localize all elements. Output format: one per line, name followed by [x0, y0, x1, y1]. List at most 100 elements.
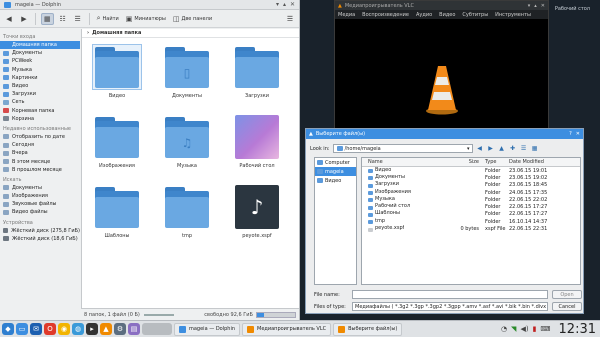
- find-button[interactable]: ⌕ Найти: [95, 13, 121, 25]
- dialog-sidebar-item[interactable]: Computer: [315, 158, 356, 167]
- detail-view-button[interactable]: ▦: [531, 145, 539, 153]
- taskbar-task[interactable]: Выберите файл(ы): [333, 322, 403, 336]
- forward-button[interactable]: ▶: [18, 13, 30, 25]
- search-item[interactable]: Видео файлы: [0, 208, 80, 216]
- recent-item[interactable]: Отобразить по дате: [0, 133, 80, 141]
- battery-icon[interactable]: ▮: [533, 325, 537, 333]
- column-header[interactable]: Date Modified: [506, 159, 566, 165]
- device-item[interactable]: Жёсткий диск (18,6 ГиБ): [0, 235, 80, 243]
- back-button[interactable]: ◀: [476, 145, 484, 153]
- recent-item[interactable]: Сегодня: [0, 141, 80, 149]
- new-folder-button[interactable]: ✚: [509, 145, 517, 153]
- mageia-menu-icon[interactable]: ◆: [2, 323, 14, 335]
- place-item[interactable]: Сеть: [0, 98, 80, 106]
- volume-icon[interactable]: ◀): [520, 325, 528, 333]
- close-icon[interactable]: ✕: [541, 3, 545, 9]
- place-item[interactable]: Документы: [0, 49, 80, 57]
- search-item[interactable]: Звуковые файлы: [0, 200, 80, 208]
- vlc-menu-item[interactable]: Субтитры: [462, 12, 488, 18]
- column-header[interactable]: Type: [482, 159, 506, 165]
- place-item[interactable]: Видео: [0, 82, 80, 90]
- cancel-button[interactable]: Cancel: [552, 302, 582, 311]
- dialog-sidebar-item[interactable]: mageia: [315, 167, 356, 176]
- chrome-icon[interactable]: ◉: [58, 323, 70, 335]
- file-item[interactable]: tmp: [158, 183, 216, 247]
- minimize-icon[interactable]: ▾: [276, 1, 279, 8]
- up-button[interactable]: ▲: [498, 145, 506, 153]
- file-item[interactable]: Видео: [88, 43, 146, 107]
- file-item[interactable]: ♫ Музыка: [158, 113, 216, 177]
- desktop-pager[interactable]: [142, 323, 172, 335]
- file-item[interactable]: Рабочий стол: [228, 113, 286, 177]
- vlc-menu-item[interactable]: Инструменты: [495, 12, 531, 18]
- place-item[interactable]: Картинки: [0, 74, 80, 82]
- column-header[interactable]: Size: [456, 159, 482, 165]
- file-item[interactable]: Изображения: [88, 113, 146, 177]
- search-item[interactable]: Документы: [0, 184, 80, 192]
- breadcrumb[interactable]: › Домашняя папка: [82, 29, 299, 38]
- vlc-menu-item[interactable]: Видео: [439, 12, 455, 18]
- file-type-select[interactable]: Медиафайлы ( *.3g2 *.3gp *.3gp2 *.3gpp *…: [352, 302, 548, 311]
- file-view[interactable]: › Домашняя папка Видео ▯ Документы Загрузки…: [81, 29, 299, 308]
- help-icon[interactable]: ?: [569, 131, 572, 137]
- dialog-sidebar-label: mageia: [325, 168, 344, 175]
- terminal-icon[interactable]: ▸: [86, 323, 98, 335]
- maximize-icon[interactable]: ▴: [534, 3, 537, 9]
- preview-button[interactable]: ▣ Миниатюры: [124, 13, 168, 25]
- recent-item[interactable]: В этом месяце: [0, 157, 80, 165]
- vlc-menu-item[interactable]: Аудио: [416, 12, 432, 18]
- vlc-titlebar[interactable]: ▲ Медиапроигрыватель VLC ▾ ▴ ✕: [335, 1, 548, 10]
- forward-button[interactable]: ▶: [487, 145, 495, 153]
- keyboard-icon[interactable]: ⌨: [540, 325, 550, 333]
- vlc-menu-item[interactable]: Воспроизведение: [362, 12, 409, 18]
- file-name-input[interactable]: [352, 290, 548, 299]
- view-details-button[interactable]: ☰: [72, 13, 84, 25]
- network-icon[interactable]: ◥: [511, 325, 516, 333]
- view-icons-button[interactable]: ▦: [41, 12, 54, 25]
- clock[interactable]: 12:31: [559, 322, 596, 337]
- place-item[interactable]: Загрузки: [0, 90, 80, 98]
- place-item[interactable]: Музыка: [0, 66, 80, 74]
- look-in-combo[interactable]: /home/mageia ▾: [332, 144, 473, 153]
- taskbar-task[interactable]: mageia — Dolphin: [174, 322, 241, 336]
- place-item[interactable]: Корзина: [0, 115, 80, 123]
- place-item[interactable]: Домашняя папка: [0, 41, 80, 50]
- search-item[interactable]: Изображения: [0, 192, 80, 200]
- breadcrumb-home[interactable]: Домашняя папка: [92, 30, 141, 36]
- file-item[interactable]: Шаблоны: [88, 183, 146, 247]
- control-button[interactable]: ☰: [284, 13, 296, 25]
- show-desktop-icon[interactable]: ▭: [16, 323, 28, 335]
- file-item[interactable]: ▯ Документы: [158, 43, 216, 107]
- split-button[interactable]: ◫ Две панели: [171, 13, 214, 25]
- browser-icon[interactable]: ◍: [72, 323, 84, 335]
- list-view-button[interactable]: ☰: [520, 145, 528, 153]
- zoom-slider[interactable]: [143, 313, 174, 316]
- pager-icon[interactable]: ▤: [128, 323, 140, 335]
- open-button[interactable]: Open: [552, 290, 582, 299]
- file-item[interactable]: Загрузки: [228, 43, 286, 107]
- close-icon[interactable]: ✕: [290, 1, 295, 8]
- vlc-launcher-icon[interactable]: ▲: [100, 323, 112, 335]
- place-item[interactable]: Корневая папка: [0, 107, 80, 115]
- device-item[interactable]: Жёсткий диск (275,8 ГиБ): [0, 227, 80, 235]
- maximize-icon[interactable]: ▴: [283, 1, 286, 8]
- view-compact-button[interactable]: ☷: [57, 13, 69, 25]
- column-header[interactable]: Name: [362, 159, 456, 165]
- dialog-sidebar-item[interactable]: Видео: [315, 176, 356, 185]
- minimize-icon[interactable]: ▾: [528, 3, 531, 9]
- mail-icon[interactable]: ✉: [30, 323, 42, 335]
- dialog-titlebar[interactable]: ▲ Выберите файл(ы) ? ✕: [306, 129, 583, 139]
- place-item[interactable]: PCWeek: [0, 57, 80, 65]
- file-item[interactable]: ♪ peyote.xspf: [228, 183, 286, 247]
- recent-item[interactable]: Вчера: [0, 149, 80, 157]
- vlc-menu-item[interactable]: Медиа: [338, 12, 355, 18]
- recent-item[interactable]: В прошлом месяце: [0, 166, 80, 174]
- taskbar-task[interactable]: Медиапроигрыватель VLC: [242, 322, 332, 336]
- table-row[interactable]: peyote.xspf 0 bytes xspf File 22.06.15 22:3…: [362, 225, 580, 232]
- opera-icon[interactable]: O: [44, 323, 56, 335]
- close-icon[interactable]: ✕: [576, 131, 580, 137]
- dolphin-titlebar[interactable]: mageia — Dolphin ▾ ▴ ✕: [0, 0, 299, 10]
- apps-icon[interactable]: ⚙: [114, 323, 126, 335]
- notification-icon[interactable]: ◔: [501, 325, 507, 333]
- back-button[interactable]: ◀: [3, 13, 15, 25]
